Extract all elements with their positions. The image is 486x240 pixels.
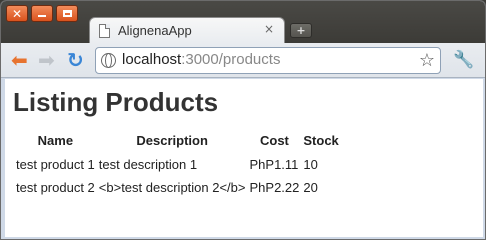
window-controls: ✕ (6, 5, 78, 22)
minimize-icon (38, 14, 46, 17)
browser-tab[interactable]: AlignenaApp × (89, 17, 285, 44)
product-stock: 20 (303, 180, 318, 195)
table-header-row: Name Description Cost Stock (14, 131, 341, 154)
product-name: test product 2 (16, 180, 95, 195)
url-host: localhost (122, 51, 182, 68)
new-tab-button[interactable]: + (290, 23, 312, 38)
table-row: test product 1 test description 1 PhP1.1… (14, 154, 341, 177)
maximize-window-button[interactable] (56, 5, 78, 22)
products-table: Name Description Cost Stock test product… (14, 131, 341, 200)
tab-close-button[interactable]: × (264, 22, 274, 36)
wrench-icon[interactable]: 🔧 (453, 50, 474, 70)
reload-icon[interactable]: ↻ (67, 49, 84, 71)
address-bar[interactable]: localhost:3000/products ☆ (95, 47, 441, 74)
product-description: test description 1 (98, 157, 198, 172)
column-header-description: Description (136, 133, 208, 148)
title-bar: ✕ AlignenaApp × + (1, 1, 485, 44)
page-title: Listing Products (13, 87, 219, 117)
forward-arrow-icon[interactable]: ➡ (38, 49, 55, 71)
product-description: <b>test description 2</b> (98, 180, 246, 195)
url-text[interactable]: localhost:3000/products (122, 51, 280, 68)
browser-toolbar: ⬅ ➡ ↻ localhost:3000/products ☆ 🔧 (1, 43, 485, 78)
column-header-stock: Stock (303, 133, 339, 148)
page-content: Listing Products Name Description Cost S… (5, 79, 483, 237)
product-cost: PhP2.22 (249, 180, 300, 195)
close-window-button[interactable]: ✕ (6, 5, 28, 22)
minimize-window-button[interactable] (31, 5, 53, 22)
back-arrow-icon[interactable]: ⬅ (11, 49, 28, 71)
maximize-icon (62, 10, 72, 17)
column-header-name: Name (37, 133, 74, 148)
document-icon (99, 24, 110, 38)
tab-title: AlignenaApp (118, 23, 192, 38)
table-row: test product 2 <b>test description 2</b>… (14, 177, 341, 200)
globe-icon (101, 53, 116, 68)
close-icon: ✕ (11, 6, 23, 21)
browser-window: ✕ AlignenaApp × + ⬅ ➡ ↻ localhost:3000/p… (0, 0, 486, 240)
url-path: :3000/products (181, 51, 281, 68)
product-name: test product 1 (16, 157, 95, 172)
product-cost: PhP1.11 (249, 157, 299, 172)
star-icon[interactable]: ☆ (419, 50, 435, 71)
product-stock: 10 (303, 157, 318, 172)
column-header-cost: Cost (259, 133, 289, 148)
